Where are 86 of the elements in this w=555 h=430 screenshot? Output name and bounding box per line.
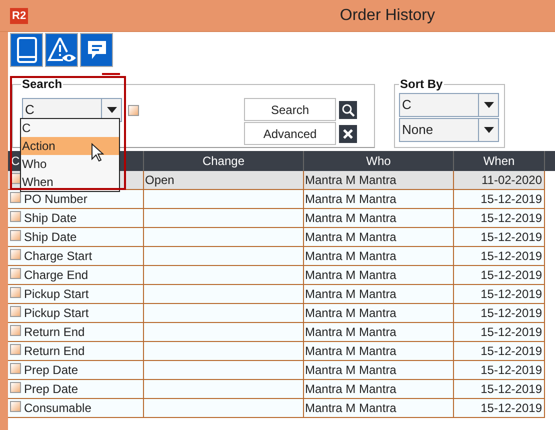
dropdown-field[interactable]: None <box>399 118 499 142</box>
table-cell-text: Open <box>145 172 174 189</box>
table-row[interactable]: Ship Date Mantra M Mantra 15-12-2019 <box>8 228 545 247</box>
table-cell-text: Prep Date <box>24 362 78 379</box>
table-cell-text: Pickup Start <box>24 286 89 303</box>
message-icon <box>86 40 108 60</box>
warning-eye-icon <box>46 36 76 64</box>
table-cell-text: Pickup Start <box>24 305 89 322</box>
table-cell-text: Consumable <box>24 400 92 417</box>
table-cell-text: 15-12-2019 <box>480 400 542 417</box>
table-cell-text: Return End <box>24 343 85 360</box>
table-cell-text: Mantra M Mantra <box>305 191 396 208</box>
warning-view-button[interactable] <box>45 33 78 67</box>
table-cell-text: 15-12-2019 <box>480 343 542 360</box>
table-row[interactable]: Ship Date Mantra M Mantra 15-12-2019 <box>8 209 545 228</box>
checkbox[interactable] <box>10 363 21 374</box>
table-cell-text: Mantra M Mantra <box>305 362 396 379</box>
table-cell-text: Mantra M Mantra <box>305 172 396 189</box>
table-row[interactable]: Prep Date Mantra M Mantra 15-12-2019 <box>8 380 545 399</box>
app-badge: R2 <box>10 8 28 24</box>
table-row[interactable]: Charge Start Mantra M Mantra 15-12-2019 <box>8 247 545 266</box>
table-cell-text: Mantra M Mantra <box>305 343 396 360</box>
cursor-icon <box>91 143 104 162</box>
book-button[interactable] <box>10 33 43 67</box>
close-icon[interactable] <box>339 124 357 142</box>
dropdown-option[interactable]: Who <box>21 155 119 173</box>
table-cell-text: Mantra M Mantra <box>305 267 396 284</box>
table-cell-text: 15-12-2019 <box>480 191 542 208</box>
table-cell-text: Mantra M Mantra <box>305 286 396 303</box>
checkbox[interactable] <box>10 192 21 203</box>
window-title: Order History <box>340 6 435 26</box>
table-cell-text: Charge End <box>24 267 88 284</box>
checkbox[interactable] <box>10 401 21 412</box>
checkbox[interactable] <box>10 344 21 355</box>
dropdown-option[interactable]: When <box>21 173 119 191</box>
checkbox[interactable] <box>10 325 21 336</box>
book-icon <box>16 37 36 63</box>
table-cell-text: Mantra M Mantra <box>305 400 396 417</box>
table-cell-text: Ship Date <box>24 210 77 227</box>
table-cell-text: 15-12-2019 <box>480 381 542 398</box>
table-row[interactable]: PO Number Mantra M Mantra 15-12-2019 <box>8 190 545 209</box>
table-cell-text: Return End <box>24 324 85 341</box>
table-cell-text: Prep Date <box>24 381 78 398</box>
dropdown-field[interactable]: C <box>399 93 499 117</box>
table-cell-text: 15-12-2019 <box>480 210 542 227</box>
table-cell-text: 15-12-2019 <box>480 267 542 284</box>
checkbox[interactable] <box>10 211 21 222</box>
checkbox[interactable] <box>10 268 21 279</box>
table-cell-text: 15-12-2019 <box>480 324 542 341</box>
search-icon[interactable] <box>339 100 357 118</box>
caret-icon <box>106 107 116 113</box>
table-cell-text: Mantra M Mantra <box>305 305 396 322</box>
caret-icon <box>484 102 494 108</box>
table-cell-text: 15-12-2019 <box>480 248 542 265</box>
table-cell-text: 15-12-2019 <box>480 362 542 379</box>
advanced-button[interactable]: Advanced <box>244 122 336 145</box>
checkbox[interactable] <box>128 104 139 116</box>
checkbox[interactable] <box>10 287 21 298</box>
table-cell-text: 11-02-2020 <box>482 172 542 189</box>
table-row[interactable]: Return End Mantra M Mantra 15-12-2019 <box>8 342 545 361</box>
checkbox[interactable] <box>10 249 21 260</box>
table-cell-text: 15-12-2019 <box>480 305 542 322</box>
checkbox[interactable] <box>10 230 21 241</box>
table-cell-text: PO Number <box>24 191 88 208</box>
table-cell-text: 15-12-2019 <box>480 229 542 246</box>
table-cell-text: Mantra M Mantra <box>305 324 396 341</box>
table-row[interactable]: Pickup Start Mantra M Mantra 15-12-2019 <box>8 304 545 323</box>
table-row[interactable]: Charge End Mantra M Mantra 15-12-2019 <box>8 266 545 285</box>
table-cell-text: Mantra M Mantra <box>305 381 396 398</box>
table-cell-text: Mantra M Mantra <box>305 210 396 227</box>
checkbox[interactable] <box>10 382 21 393</box>
table-cell-text: Mantra M Mantra <box>305 248 396 265</box>
table-row[interactable]: Consumable Mantra M Mantra 15-12-2019 <box>8 399 545 418</box>
dropdown-option[interactable]: C <box>21 119 119 137</box>
table-cell-text: 15-12-2019 <box>480 286 542 303</box>
search-button[interactable]: Search <box>244 98 336 121</box>
table-cell-text: Ship Date <box>24 229 77 246</box>
dropdown-option[interactable]: Action <box>21 137 119 155</box>
table-row[interactable]: Pickup Start Mantra M Mantra 15-12-2019 <box>8 285 545 304</box>
table-cell-text: Mantra M Mantra <box>305 229 396 246</box>
table-row[interactable]: Prep Date Mantra M Mantra 15-12-2019 <box>8 361 545 380</box>
message-button[interactable] <box>80 33 113 67</box>
table-row[interactable]: Return End Mantra M Mantra 15-12-2019 <box>8 323 545 342</box>
table-cell-text: Charge Start <box>24 248 92 265</box>
caret-icon <box>484 127 494 133</box>
checkbox[interactable] <box>10 306 21 317</box>
